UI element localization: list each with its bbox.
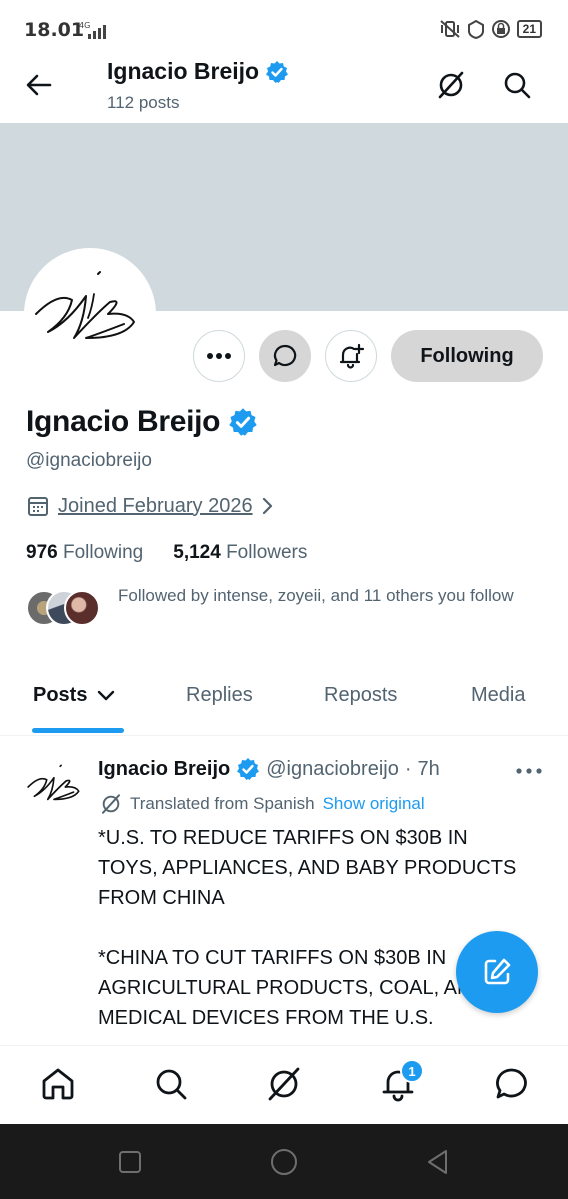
following-label: Following (62, 542, 144, 563)
following-count: 976 (26, 542, 58, 563)
profile-name-row: Ignacio Breijo (26, 405, 258, 439)
alarm-icon (467, 19, 484, 39)
follow-stats: 976 Following 5,124 Followers (26, 542, 307, 564)
verified-badge-icon (237, 758, 260, 780)
battery-indicator: 21 (516, 20, 542, 38)
post-author-handle[interactable]: @ignaciobreijo (266, 758, 399, 781)
post-text: *U.S. TO REDUCE TARIFFS ON $30B IN TOYS,… (98, 827, 517, 1029)
profile-handle: @ignaciobreijo (26, 450, 152, 471)
bell-plus-icon (339, 343, 365, 369)
calendar-icon (28, 497, 48, 516)
followers-stat[interactable]: 5,124 Followers (173, 542, 307, 564)
followers-count: 5,124 (173, 542, 221, 563)
more-options-button[interactable] (193, 330, 245, 382)
chevron-down-icon (98, 690, 115, 700)
signature-logo-icon (27, 764, 80, 801)
status-bar: 18.01 4G 21 (0, 0, 568, 58)
header-name-row: Ignacio Breijo (107, 58, 289, 85)
vibrate-icon (439, 20, 460, 38)
back-triangle-icon[interactable] (424, 1148, 452, 1176)
followed-by-text: Followed by intense, zoyeii, and 11 othe… (118, 586, 514, 605)
lock-rotation-icon (491, 20, 510, 38)
notification-badge: 1 (400, 1059, 424, 1083)
followed-by-avatars (26, 590, 100, 630)
home-icon[interactable] (40, 1066, 76, 1102)
active-tab-indicator (32, 728, 124, 733)
tab-posts-label: Posts (33, 684, 88, 706)
post-author-name[interactable]: Ignacio Breijo (98, 758, 230, 781)
compose-icon (484, 958, 511, 985)
messages-icon[interactable] (494, 1066, 530, 1102)
translation-row: Translated from Spanish Show original (100, 793, 425, 815)
status-right: 21 (439, 19, 542, 39)
network-label: 4G (79, 21, 90, 30)
system-navigation-bar (0, 1124, 568, 1199)
grok-icon[interactable] (436, 70, 466, 100)
search-icon[interactable] (153, 1066, 189, 1102)
tab-posts[interactable]: Posts (33, 684, 115, 707)
header-title: Ignacio Breijo 112 posts (107, 58, 289, 113)
signature-logo-icon (35, 271, 135, 339)
post-header: Ignacio Breijo @ignaciobreijo · 7h (98, 757, 440, 781)
grok-translate-icon (101, 794, 121, 814)
ellipsis-icon (207, 353, 231, 359)
recents-icon[interactable] (116, 1148, 144, 1176)
notifications-subscribe-button[interactable] (325, 330, 377, 382)
grok-icon[interactable] (266, 1066, 302, 1102)
following-button[interactable]: Following (391, 330, 543, 382)
followers-label: Followers (226, 542, 308, 563)
profile-avatar[interactable] (24, 248, 156, 380)
post-separator: · (404, 757, 412, 780)
status-time: 18.01 (24, 19, 85, 41)
tab-replies[interactable]: Replies (186, 684, 253, 707)
message-button[interactable] (259, 330, 311, 382)
posts-count: 112 posts (107, 93, 180, 112)
home-circle-icon[interactable] (270, 1148, 298, 1176)
search-icon[interactable] (502, 70, 532, 100)
verified-badge-icon (229, 408, 257, 436)
signal-icon: 4G (79, 21, 106, 39)
message-bubble-icon (273, 344, 297, 367)
follower-avatar (64, 590, 100, 626)
joined-date[interactable]: Joined February 2026 (58, 495, 253, 518)
post-avatar[interactable] (24, 755, 88, 819)
tab-reposts[interactable]: Reposts (324, 684, 397, 707)
profile-tabs: Posts Replies Reposts Media (0, 666, 568, 736)
chevron-right-icon (262, 497, 272, 515)
joined-date-row[interactable]: Joined February 2026 (26, 494, 275, 518)
tab-media[interactable]: Media (471, 684, 525, 707)
following-stat[interactable]: 976 Following (26, 542, 143, 564)
translated-label: Translated from Spanish (130, 794, 315, 813)
post-time[interactable]: 7h (418, 758, 440, 781)
header-name: Ignacio Breijo (107, 58, 260, 84)
top-bar: Ignacio Breijo 112 posts (0, 58, 568, 122)
bottom-navigation: 1 (0, 1045, 568, 1125)
post-more-icon[interactable] (514, 761, 544, 781)
compose-button[interactable] (456, 931, 538, 1013)
show-original-link[interactable]: Show original (323, 794, 425, 814)
verified-badge-icon (266, 60, 289, 83)
back-arrow-icon[interactable] (24, 70, 54, 100)
followed-by-row[interactable]: Followed by intense, zoyeii, and 11 othe… (26, 584, 518, 630)
profile-name: Ignacio Breijo (26, 405, 221, 438)
